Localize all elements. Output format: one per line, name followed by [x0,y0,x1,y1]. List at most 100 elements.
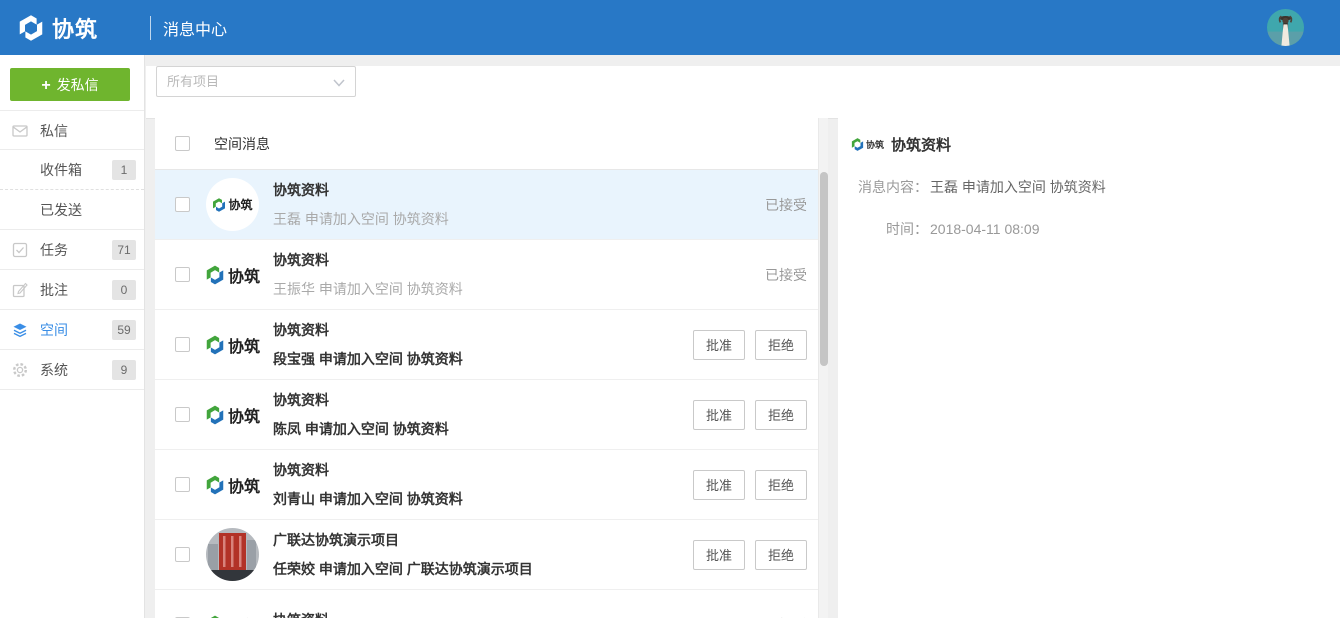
app-header: 协筑 消息中心 [0,0,1340,55]
message-title: 协筑资料 [273,610,765,618]
sidebar-menu: 私信 收件箱 1 已发送 任务 71 批注 0 空间 59 系统 9 [0,110,144,390]
main-area: 所有项目 空间消息 协筑 协筑资料 王磊 申请加入空间 协筑资料 [146,55,1340,618]
reject-button[interactable]: 拒绝 [755,540,807,570]
reject-button[interactable]: 拒绝 [755,330,807,360]
app-logo: 协筑 [16,12,98,44]
sidebar: +发私信 私信 收件箱 1 已发送 任务 71 批注 0 空间 59 [0,55,145,618]
chevron-down-icon [333,79,345,87]
sidebar-item-label: 收件箱 [40,162,82,178]
sidebar-item-sent[interactable]: 已发送 [0,190,144,230]
message-row[interactable]: 协筑 协筑资料 刘青山 申请加入空间 协筑资料 批准 拒绝 [155,450,828,520]
message-row[interactable]: 协筑 协筑资料 段宝强 申请加入空间 协筑资料 批准 拒绝 [155,310,828,380]
reject-button[interactable]: 拒绝 [755,470,807,500]
row-checkbox[interactable] [175,267,190,282]
detail-content-label: 消息内容： [850,177,928,197]
select-all-checkbox[interactable] [175,136,190,151]
detail-title: 协筑资料 [891,134,951,155]
message-title: 广联达协筑演示项目 [273,530,693,550]
avatar-photo [1267,9,1304,46]
brand-hexagon-icon [204,264,226,286]
sidebar-item-annotations[interactable]: 批注 0 [0,270,144,310]
message-row[interactable]: 协筑 协筑资料 王振华 申请加入空间 协筑资料 已接受 [155,240,828,310]
message-row[interactable]: 广联达协筑演示项目 任荣姣 申请加入空间 广联达协筑演示项目 批准 拒绝 [155,520,828,590]
approve-button[interactable]: 批准 [693,330,745,360]
brand-hexagon-icon [850,137,865,152]
sidebar-item-tasks[interactable]: 任务 71 [0,230,144,270]
mail-icon [12,123,28,139]
brand-hexagon-icon [204,614,226,618]
sidebar-item-system[interactable]: 系统 9 [0,350,144,390]
status-label: 已接受 [765,265,807,285]
message-subtitle: 任荣姣 申请加入空间 广联达协筑演示项目 [273,559,693,579]
status-label: 已接受 [765,195,807,215]
message-title: 协筑资料 [273,250,765,270]
message-title: 协筑资料 [273,320,693,340]
message-row[interactable]: 协筑 协筑资料 王磊 申请加入空间 协筑资料 已接受 [155,170,828,240]
message-row[interactable]: 协筑 协筑资料 已接受 [155,590,828,618]
brand-name: 协筑 [52,12,98,44]
building-photo [206,528,259,581]
project-filter-value: 所有项目 [157,67,355,96]
message-detail-panel: 协筑 协筑资料 消息内容：王磊 申请加入空间 协筑资料 时间：2018-04-1… [838,118,1340,618]
message-subtitle: 王振华 申请加入空间 协筑资料 [273,279,765,299]
message-subtitle: 王磊 申请加入空间 协筑资料 [273,209,765,229]
system-count-badge: 9 [112,360,136,380]
brand-hexagon-icon [204,334,226,356]
list-header-label: 空间消息 [214,134,270,154]
brand-hexagon-icon [204,404,226,426]
sidebar-item-private-message[interactable]: 私信 [0,110,144,150]
user-avatar[interactable] [1267,9,1304,46]
reject-button[interactable]: 拒绝 [755,400,807,430]
plus-icon: + [41,77,50,94]
sidebar-item-spaces[interactable]: 空间 59 [0,310,144,350]
sidebar-item-label: 私信 [40,123,68,139]
row-checkbox[interactable] [175,197,190,212]
detail-time: 2018-04-11 08:09 [930,221,1040,237]
space-avatar: 协筑 [205,178,259,232]
header-divider [150,16,151,40]
tasks-count-badge: 71 [112,240,136,260]
space-logo: 协筑 [850,137,884,152]
row-checkbox[interactable] [175,407,190,422]
detail-time-label: 时间： [850,219,928,239]
message-title: 协筑资料 [273,180,765,200]
list-scrollbar[interactable] [818,118,828,618]
sidebar-item-label: 任务 [40,242,68,258]
space-avatar [205,528,259,582]
annotate-icon [12,282,28,298]
task-icon [12,242,28,258]
message-row[interactable]: 协筑 协筑资料 陈凤 申请加入空间 协筑资料 批准 拒绝 [155,380,828,450]
row-checkbox[interactable] [175,477,190,492]
compose-message-button[interactable]: +发私信 [10,68,130,101]
scrollbar-thumb[interactable] [820,172,828,366]
spaces-count-badge: 59 [112,320,136,340]
gear-icon [12,362,28,378]
space-avatar: 协筑 [205,388,259,442]
layers-icon [12,322,28,338]
space-avatar: 协筑 [205,458,259,512]
sidebar-item-label: 批注 [40,282,68,298]
space-avatar: 协筑 [205,248,259,302]
brand-hexagon-icon [204,474,226,496]
message-subtitle: 刘青山 申请加入空间 协筑资料 [273,489,693,509]
sidebar-item-label: 空间 [40,322,68,338]
list-header: 空间消息 [155,118,828,170]
message-title: 协筑资料 [273,390,693,410]
sidebar-item-label: 系统 [40,362,68,378]
sidebar-item-label: 已发送 [40,202,82,218]
message-subtitle: 段宝强 申请加入空间 协筑资料 [273,349,693,369]
row-checkbox[interactable] [175,337,190,352]
content-area: 空间消息 协筑 协筑资料 王磊 申请加入空间 协筑资料 已接受 [155,118,1340,618]
sidebar-item-inbox[interactable]: 收件箱 1 [0,150,144,190]
approve-button[interactable]: 批准 [693,470,745,500]
row-checkbox[interactable] [175,547,190,562]
status-label: 已接受 [765,615,807,618]
project-filter-dropdown[interactable]: 所有项目 [156,66,356,97]
message-subtitle: 陈凤 申请加入空间 协筑资料 [273,419,693,439]
approve-button[interactable]: 批准 [693,400,745,430]
detail-content: 王磊 申请加入空间 协筑资料 [930,179,1106,195]
space-avatar: 协筑 [205,318,259,372]
approve-button[interactable]: 批准 [693,540,745,570]
message-title: 协筑资料 [273,460,693,480]
brand-hexagon-icon [16,13,46,43]
